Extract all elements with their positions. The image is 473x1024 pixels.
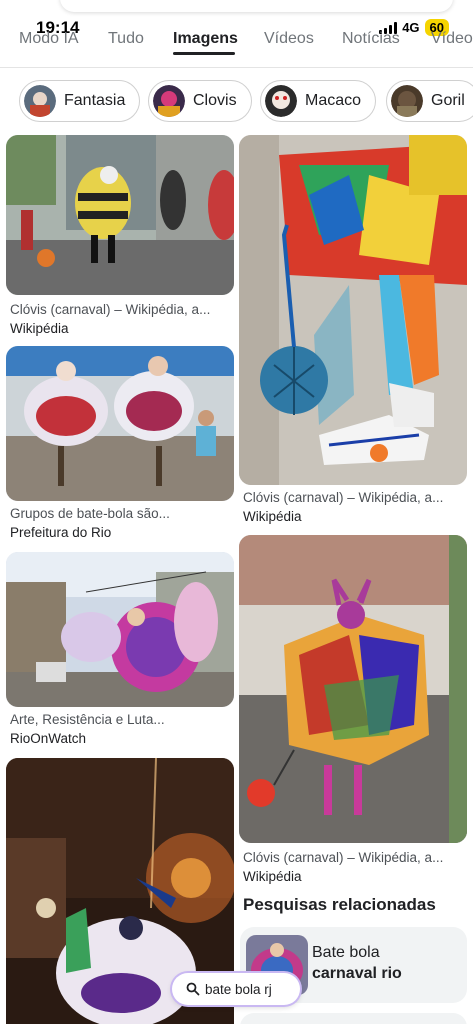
chip-fantasia[interactable]: Fantasia [19, 80, 141, 122]
chip-label: Fantasia [64, 92, 126, 109]
result-source: Wikipédia [10, 321, 69, 336]
chip-thumbnail [153, 85, 185, 117]
related-searches-title: Pesquisas relacionadas [243, 895, 436, 914]
tab-video-overflow[interactable]: Vídeo [431, 30, 473, 48]
search-icon [186, 982, 200, 996]
related-search-item[interactable] [240, 1013, 467, 1024]
image-result[interactable]: Arte, Resistência e Luta... RioOnWatch [6, 552, 234, 752]
chip-label: Clovis [193, 92, 237, 109]
result-caption: Clóvis (carnaval) – Wikipédia, a... [243, 850, 444, 865]
chip-label: Goril [431, 92, 465, 109]
search-tabs: Modo IA Tudo Imagens Vídeos Notícias Víd… [0, 24, 473, 68]
image-result[interactable]: Grupos de bate-bola são... Prefeitura do… [6, 346, 234, 546]
tab-imagens-label: Imagens [173, 30, 238, 47]
result-caption: Arte, Resistência e Luta... [10, 712, 165, 727]
refinement-chips: Fantasia Clovis Macaco Goril [0, 78, 473, 124]
result-source: Wikipédia [243, 509, 302, 524]
image-result[interactable]: Clóvis (carnaval) – Wikipédia, a... Wiki… [6, 135, 234, 340]
chip-macaco[interactable]: Macaco [260, 80, 377, 122]
result-image [6, 552, 234, 707]
result-source: Prefeitura do Rio [10, 525, 112, 540]
tab-modo-ia[interactable]: Modo IA [19, 30, 79, 48]
chip-clovis[interactable]: Clovis [148, 80, 252, 122]
active-tab-indicator [173, 52, 235, 55]
chip-label: Macaco [305, 92, 362, 109]
floating-search-button[interactable]: bate bola rj [172, 973, 300, 1005]
result-image [239, 135, 467, 485]
chip-thumbnail [265, 85, 297, 117]
result-source: Wikipédia [243, 869, 302, 884]
tab-tudo[interactable]: Tudo [108, 30, 144, 48]
result-caption: Clóvis (carnaval) – Wikipédia, a... [10, 302, 211, 317]
tab-noticias[interactable]: Notícias [342, 30, 400, 48]
chip-gorila[interactable]: Goril [386, 80, 473, 122]
result-image [6, 346, 234, 501]
result-caption: Grupos de bate-bola são... [10, 506, 170, 521]
result-image [6, 135, 234, 295]
related-label-line1: Bate bola [312, 944, 380, 961]
tab-videos[interactable]: Vídeos [264, 30, 314, 48]
result-image [239, 535, 467, 843]
chip-thumbnail [391, 85, 423, 117]
result-caption: Clóvis (carnaval) – Wikipédia, a... [243, 490, 444, 505]
related-label-line2: carnaval rio [312, 965, 402, 982]
result-source: RioOnWatch [10, 731, 87, 746]
floating-search-label: bate bola rj [205, 981, 272, 997]
tab-imagens[interactable]: Imagens [173, 24, 238, 68]
image-result[interactable]: Clóvis (carnaval) – Wikipédia, a... Wiki… [239, 535, 467, 885]
chip-thumbnail [24, 85, 56, 117]
image-result[interactable]: Clóvis (carnaval) – Wikipédia, a... Wiki… [239, 135, 467, 525]
